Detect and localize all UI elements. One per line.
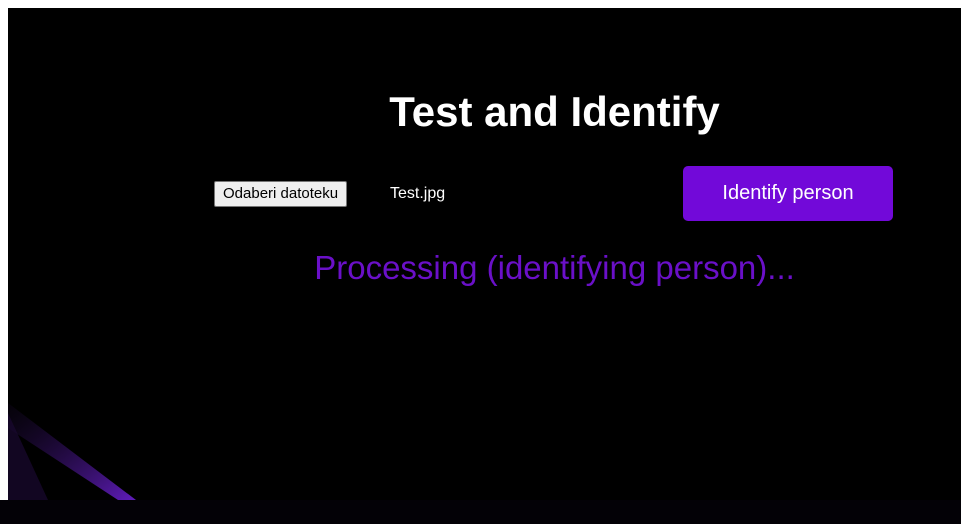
page-title: Test and Identify [389,88,720,135]
app-frame: Test and Identify Odaberi datoteku Test.… [8,8,961,500]
selected-file-name: Test.jpg [390,185,446,202]
identify-person-button[interactable]: Identify person [683,166,893,221]
choose-file-button[interactable]: Odaberi datoteku [214,181,348,207]
status-message: Processing (identifying person)... [314,249,795,286]
bottom-strip [0,500,961,524]
